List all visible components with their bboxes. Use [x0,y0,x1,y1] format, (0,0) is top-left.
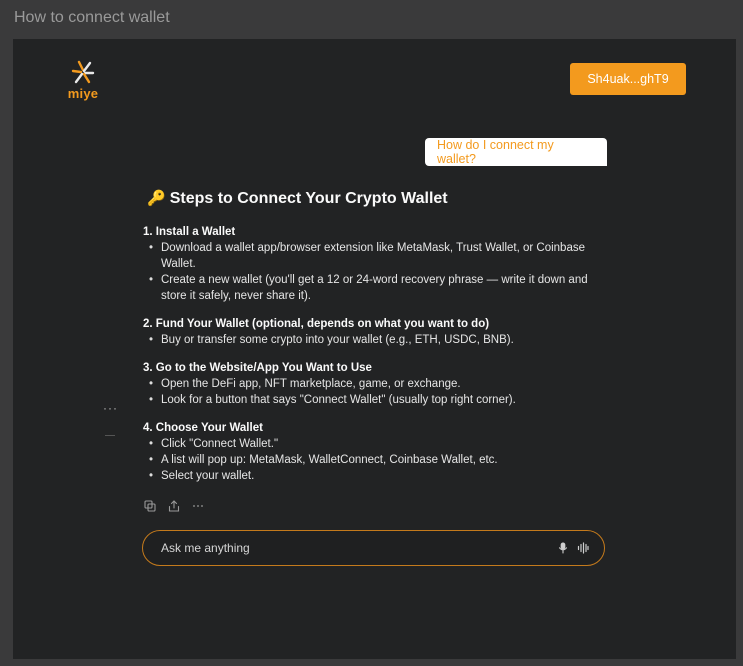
window-title: How to connect wallet [14,9,170,26]
list-item: A list will pop up: MetaMask, WalletConn… [149,452,613,468]
step-heading: 2. Fund Your Wallet (optional, depends o… [143,318,490,330]
step-list: Click "Connect Wallet." A list will pop … [143,436,613,484]
step-3: 3. Go to the Website/App You Want to Use… [143,360,613,408]
list-item: Download a wallet app/browser extension … [149,240,613,272]
copy-icon[interactable] [143,499,157,513]
step-2: 2. Fund Your Wallet (optional, depends o… [143,316,613,348]
step-list: Open the DeFi app, NFT marketplace, game… [143,376,613,408]
answer-title-text: Steps to Connect Your Crypto Wallet [169,190,448,207]
more-options-icon[interactable]: ··· [103,401,118,415]
logo[interactable]: miye [65,59,101,103]
chat-input-container [142,530,605,566]
assistant-answer: 🔑 Steps to Connect Your Crypto Wallet 1.… [143,191,613,496]
voice-wave-icon[interactable] [576,541,590,555]
key-icon: 🔑 [147,190,166,207]
list-item: Create a new wallet (you'll get a 12 or … [149,272,613,304]
list-item: Click "Connect Wallet." [149,436,613,452]
list-item: Open the DeFi app, NFT marketplace, game… [149,376,613,392]
answer-title: 🔑 Steps to Connect Your Crypto Wallet [147,191,613,207]
more-icon[interactable] [191,499,205,513]
step-list: Buy or transfer some crypto into your wa… [143,332,613,348]
message-actions [143,499,205,513]
step-1: 1. Install a Wallet Download a wallet ap… [143,224,613,304]
step-4: 4. Choose Your Wallet Click "Connect Wal… [143,420,613,484]
wallet-address-button[interactable]: Sh4uak...ghT9 [570,63,686,95]
step-heading: 3. Go to the Website/App You Want to Use [143,362,372,374]
step-heading: 1. Install a Wallet [143,226,236,238]
share-icon[interactable] [167,499,181,513]
logo-icon [71,60,95,84]
step-heading: 4. Choose Your Wallet [143,422,263,434]
list-item: Select your wallet. [149,468,613,484]
divider [105,435,115,436]
list-item: Buy or transfer some crypto into your wa… [149,332,613,348]
step-list: Download a wallet app/browser extension … [143,240,613,304]
logo-text: miye [67,86,99,101]
app-frame: miye Sh4uak...ghT9 How do I connect my w… [13,39,736,659]
microphone-icon[interactable] [556,541,570,555]
user-message-bubble: How do I connect my wallet? [425,138,607,166]
chat-input[interactable] [159,540,550,556]
list-item: Look for a button that says "Connect Wal… [149,392,613,408]
